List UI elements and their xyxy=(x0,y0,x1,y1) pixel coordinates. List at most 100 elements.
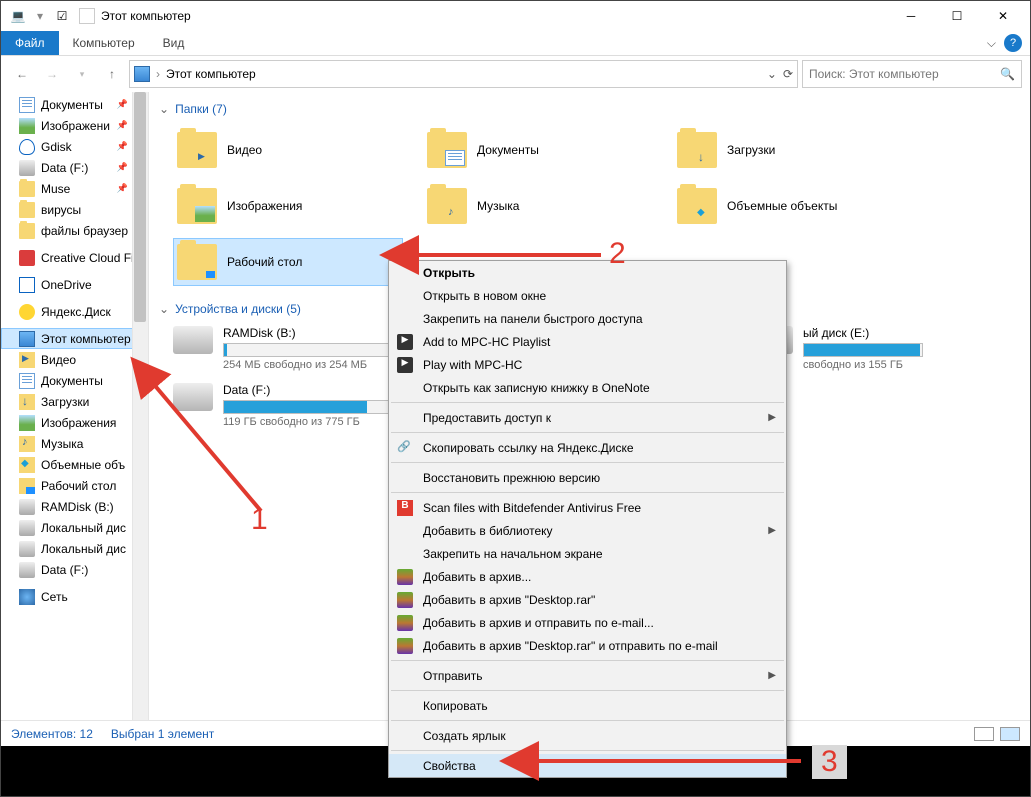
search-input[interactable]: Поиск: Этот компьютер 🔍 xyxy=(802,60,1022,88)
sidebar-item-label: Data (F:) xyxy=(41,563,88,577)
sidebar-item[interactable]: Изображения xyxy=(1,412,148,433)
sidebar-item[interactable]: файлы браузер xyxy=(1,220,148,241)
properties-icon[interactable]: ☑ xyxy=(53,7,71,25)
context-menu-item[interactable]: Добавить в библиотеку▶ xyxy=(389,519,786,542)
refresh-icon[interactable]: ⟳ xyxy=(783,67,793,81)
breadcrumb[interactable]: › Этот компьютер ⌄⟳ xyxy=(129,60,798,88)
sidebar-item[interactable]: Документы xyxy=(1,370,148,391)
folder-item[interactable]: Документы xyxy=(423,126,653,174)
context-menu-item[interactable]: Открыть в новом окне xyxy=(389,284,786,307)
sidebar-item[interactable]: Музыка xyxy=(1,433,148,454)
tab-view[interactable]: Вид xyxy=(149,31,199,55)
sidebar-item[interactable]: Документы📌 xyxy=(1,94,148,115)
bd-icon: B xyxy=(397,500,413,516)
back-button[interactable]: ← xyxy=(9,61,35,87)
folder-label: Документы xyxy=(477,143,539,157)
context-menu-item[interactable]: Добавить в архив "Desktop.rar" xyxy=(389,588,786,611)
context-menu-item[interactable]: BScan files with Bitdefender Antivirus F… xyxy=(389,496,786,519)
fold-icon xyxy=(19,202,35,218)
context-menu[interactable]: ОткрытьОткрыть в новом окнеЗакрепить на … xyxy=(388,260,787,778)
sidebar-item[interactable]: вирусы xyxy=(1,199,148,220)
context-menu-item[interactable]: ▶Add to MPC-HC Playlist xyxy=(389,330,786,353)
ribbon-expand-icon[interactable]: ⌵ xyxy=(987,36,996,51)
folder-label: Изображения xyxy=(227,199,302,213)
sidebar-item[interactable]: Видео xyxy=(1,349,148,370)
context-menu-item[interactable]: Добавить в архив и отправить по e-mail..… xyxy=(389,611,786,634)
context-menu-item[interactable]: Закрепить на начальном экране xyxy=(389,542,786,565)
pc-icon xyxy=(134,66,150,82)
folder-item[interactable]: Рабочий стол xyxy=(173,238,403,286)
context-menu-item[interactable]: Открыть как записную книжку в OneNote xyxy=(389,376,786,399)
context-menu-item[interactable]: Предоставить доступ к▶ xyxy=(389,406,786,429)
context-menu-item[interactable]: Отправить▶ xyxy=(389,664,786,687)
group-folders-header[interactable]: ⌄ Папки (7) xyxy=(159,96,1020,122)
context-menu-item[interactable]: Копировать xyxy=(389,694,786,717)
status-selection: Выбран 1 элемент xyxy=(111,727,214,741)
breadcrumb-root: Этот компьютер xyxy=(166,67,256,81)
yd-icon xyxy=(19,304,35,320)
context-menu-item[interactable]: Открыть xyxy=(389,261,786,284)
context-menu-item[interactable]: 🔗Скопировать ссылку на Яндекс.Диске xyxy=(389,436,786,459)
sidebar-item[interactable]: Загрузки xyxy=(1,391,148,412)
pc-icon: 💻 xyxy=(9,7,27,25)
tab-file[interactable]: Файл xyxy=(1,31,59,55)
rar-icon xyxy=(397,592,413,608)
context-menu-item[interactable]: Добавить в архив "Desktop.rar" и отправи… xyxy=(389,634,786,657)
sidebar-item[interactable]: Creative Cloud Fil xyxy=(1,247,148,268)
context-menu-label: Копировать xyxy=(423,699,488,713)
view-details-button[interactable] xyxy=(974,727,994,741)
folder-item[interactable]: Объемные объекты xyxy=(673,182,903,230)
navigation-pane[interactable]: Документы📌Изображени📌Gdisk📌Data (F:)📌Mus… xyxy=(1,92,149,720)
fold-icon xyxy=(19,181,35,197)
sidebar-item[interactable]: RAMDisk (B:) xyxy=(1,496,148,517)
sidebar-item[interactable]: Изображени📌 xyxy=(1,115,148,136)
context-menu-item[interactable]: Свойства xyxy=(389,754,786,777)
sidebar-item[interactable]: Gdisk📌 xyxy=(1,136,148,157)
quick-access-toolbar: 💻 ▾ ☑ xyxy=(9,7,71,25)
sidebar-item-label: Этот компьютер xyxy=(41,332,131,346)
drive-item[interactable]: RAMDisk (B:)254 МБ свободно из 254 МБ xyxy=(173,326,393,371)
folder-item[interactable]: Видео xyxy=(173,126,403,174)
sidebar-item[interactable]: Яндекс.Диск xyxy=(1,301,148,322)
context-menu-item[interactable]: Восстановить прежнюю версию xyxy=(389,466,786,489)
disk-icon xyxy=(19,541,35,557)
sidebar-item-label: Сеть xyxy=(41,590,68,604)
sidebar-item[interactable]: Сеть xyxy=(1,586,148,607)
qat-dropdown-icon[interactable]: ▾ xyxy=(31,7,49,25)
up-button[interactable]: ↑ xyxy=(99,61,125,87)
tab-computer[interactable]: Компьютер xyxy=(59,31,149,55)
sidebar-item-label: RAMDisk (B:) xyxy=(41,500,114,514)
folder-icon xyxy=(177,244,217,280)
breadcrumb-dropdown-icon[interactable]: ⌄ xyxy=(767,67,777,81)
forward-button[interactable]: → xyxy=(39,61,65,87)
sidebar-item[interactable]: Этот компьютер xyxy=(1,328,148,349)
context-menu-item[interactable]: Закрепить на панели быстрого доступа xyxy=(389,307,786,330)
sidebar-item[interactable]: Data (F:) xyxy=(1,559,148,580)
sidebar-item[interactable]: Объемные объ xyxy=(1,454,148,475)
history-dropdown[interactable]: ▾ xyxy=(69,61,95,87)
sidebar-scrollbar[interactable] xyxy=(132,92,148,720)
sidebar-item[interactable]: OneDrive xyxy=(1,274,148,295)
sidebar-item[interactable]: Рабочий стол xyxy=(1,475,148,496)
folder-item[interactable]: Музыка xyxy=(423,182,653,230)
context-menu-item[interactable]: Добавить в архив... xyxy=(389,565,786,588)
sidebar-item[interactable]: Muse📌 xyxy=(1,178,148,199)
sidebar-item[interactable]: Локальный дис xyxy=(1,538,148,559)
close-button[interactable]: ✕ xyxy=(980,1,1026,31)
help-icon[interactable]: ? xyxy=(1004,34,1022,52)
minimize-button[interactable]: ─ xyxy=(888,1,934,31)
drive-item[interactable]: Data (F:)119 ГБ свободно из 775 ГБ xyxy=(173,383,393,428)
search-placeholder: Поиск: Этот компьютер xyxy=(809,67,939,81)
context-menu-label: Открыть как записную книжку в OneNote xyxy=(423,381,650,395)
view-tiles-button[interactable] xyxy=(1000,727,1020,741)
folder-item[interactable]: Загрузки xyxy=(673,126,903,174)
sidebar-item-label: Яндекс.Диск xyxy=(41,305,111,319)
context-menu-item[interactable]: ▶Play with MPC-HC xyxy=(389,353,786,376)
mpc-icon: ▶ xyxy=(397,357,413,373)
sidebar-item-label: вирусы xyxy=(41,203,81,217)
sidebar-item[interactable]: Локальный дис xyxy=(1,517,148,538)
maximize-button[interactable]: ☐ xyxy=(934,1,980,31)
sidebar-item[interactable]: Data (F:)📌 xyxy=(1,157,148,178)
context-menu-item[interactable]: Создать ярлык xyxy=(389,724,786,747)
folder-item[interactable]: Изображения xyxy=(173,182,403,230)
